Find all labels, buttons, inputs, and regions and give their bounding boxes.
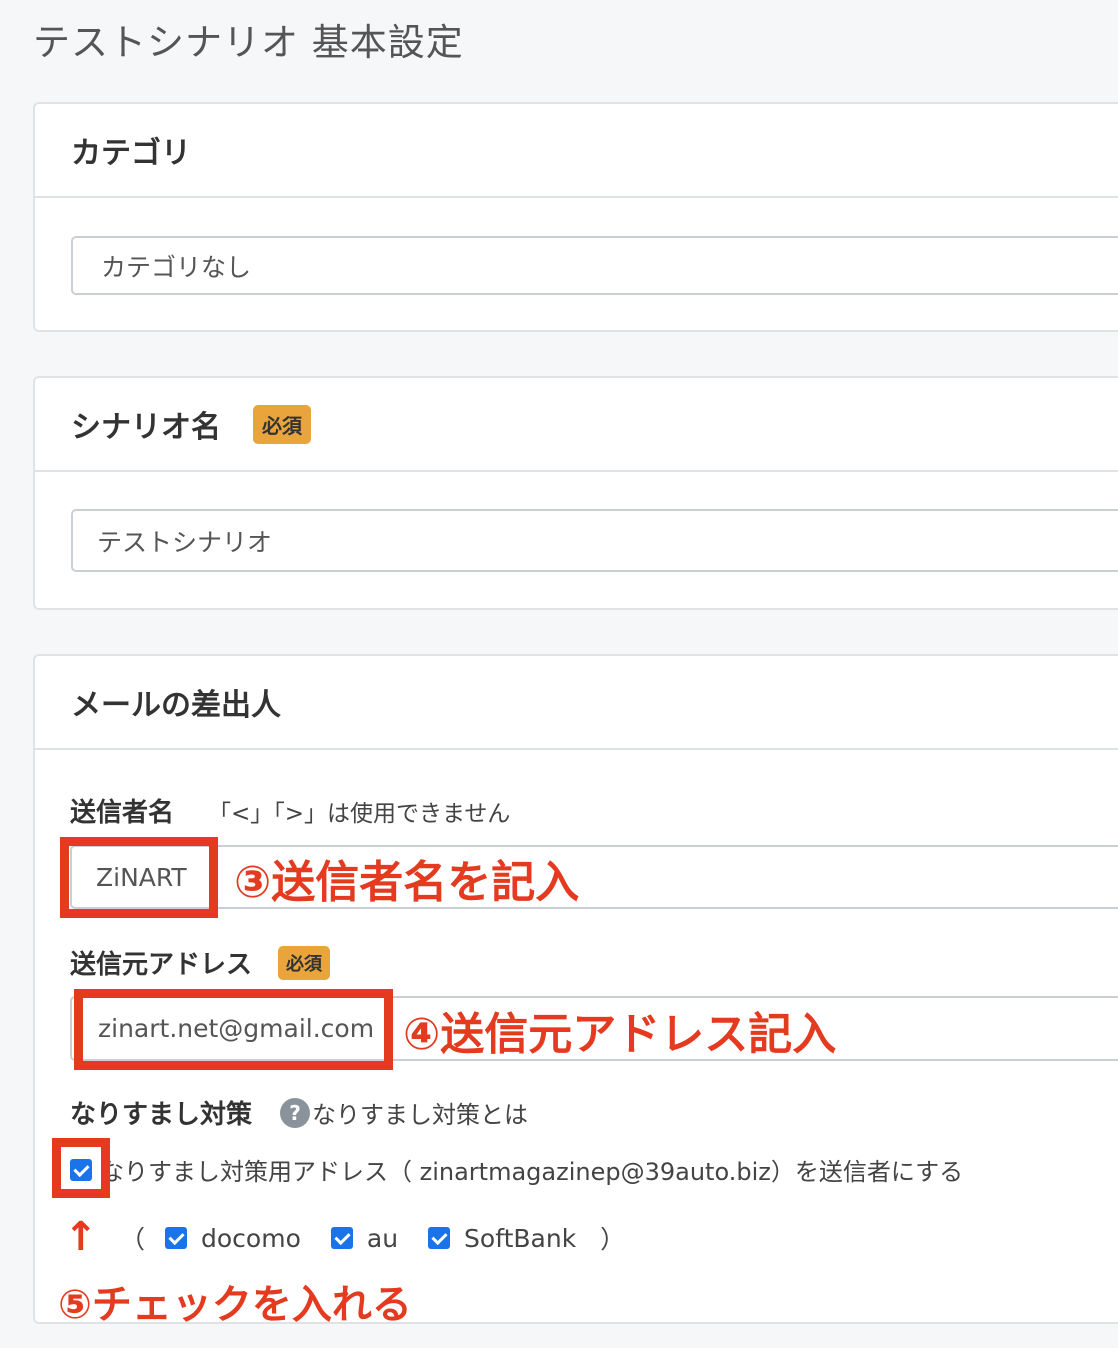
spoof-help-link[interactable]: なりすまし対策とは <box>312 1095 528 1130</box>
carrier-open-paren: （ <box>120 1225 146 1254</box>
carrier-close-paren: ） <box>600 1225 626 1254</box>
sender-title: メールの差出人 <box>71 688 281 723</box>
sender-name-input[interactable]: ZiNART <box>70 845 1118 909</box>
carrier-checkbox-softbank[interactable] <box>428 1227 451 1249</box>
question-circle-icon[interactable]: ? <box>280 1097 311 1128</box>
carrier-label-au: au <box>366 1223 399 1253</box>
spoof-label-text: なりすまし対策 <box>70 1100 253 1130</box>
carrier-checkbox-au[interactable] <box>330 1227 353 1249</box>
category-title: カテゴリ <box>71 136 191 171</box>
carrier-label-docomo: docomo <box>201 1223 301 1253</box>
sender-address-label: 送信元アドレス 必須 <box>70 944 331 981</box>
annotation-box-sender-name <box>60 837 218 918</box>
address-required-badge: 必須 <box>278 945 331 980</box>
required-badge: 必須 <box>253 404 311 444</box>
carrier-checkbox-docomo[interactable] <box>165 1227 188 1249</box>
scenario-name-input[interactable]: テストシナリオ <box>71 509 1118 572</box>
carrier-row: （ docomo au SoftBank ） <box>120 1220 625 1256</box>
carrier-label-softbank: SoftBank <box>464 1223 577 1253</box>
spoof-checkbox-row: なりすまし対策用アドレス（ zinartmagazinep@39auto.biz… <box>70 1152 963 1187</box>
spoof-checkbox-label: なりすまし対策用アドレス（ zinartmagazinep@39auto.biz… <box>100 1158 964 1186</box>
scenario-name-title: シナリオ名 <box>71 410 221 445</box>
annotation-box-checkbox <box>52 1138 110 1198</box>
spoof-label: なりすまし対策 ? なりすまし対策とは <box>70 1094 528 1131</box>
sender-card-header: メールの差出人 <box>35 656 1118 750</box>
sender-name-label-text: 送信者名 <box>70 798 175 828</box>
annotation-step4: ④送信元アドレス記入 <box>403 1009 837 1060</box>
category-card: カテゴリ カテゴリなし <box>33 102 1118 332</box>
page-title: テストシナリオ 基本設定 <box>33 21 464 64</box>
scenario-name-card-header: シナリオ名 必須 <box>35 378 1118 472</box>
annotation-step3: ③送信者名を記入 <box>234 857 580 908</box>
sender-name-label: 送信者名 「<」「>」は使用できません <box>70 792 510 829</box>
annotation-box-sender-address <box>74 989 393 1070</box>
scenario-name-card: シナリオ名 必須 テストシナリオ <box>33 376 1118 610</box>
category-select[interactable]: カテゴリなし <box>71 236 1118 295</box>
annotation-arrow: ↑ <box>64 1214 98 1260</box>
sender-address-label-text: 送信元アドレス <box>70 950 253 980</box>
sender-name-hint: 「<」「>」は使用できません <box>208 800 511 827</box>
annotation-step5: ⑤チェックを入れる <box>58 1282 412 1328</box>
category-card-header: カテゴリ <box>35 104 1118 198</box>
